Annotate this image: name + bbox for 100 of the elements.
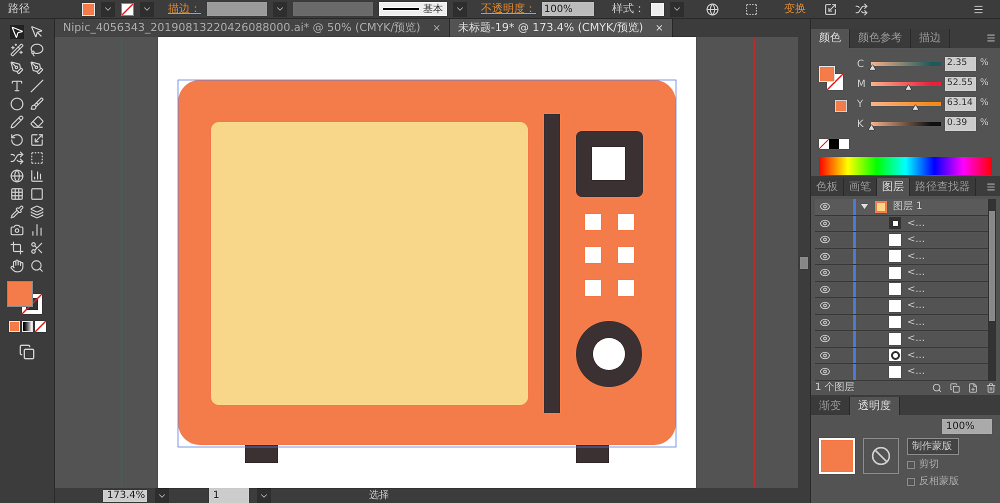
pen-tool[interactable] bbox=[10, 61, 24, 75]
close-tab-button[interactable]: × bbox=[432, 20, 441, 36]
object-name[interactable]: <... bbox=[907, 232, 925, 248]
visibility-icon[interactable] bbox=[819, 284, 831, 295]
slider-thumb[interactable] bbox=[905, 84, 912, 90]
light-preset-swatch[interactable] bbox=[839, 138, 849, 148]
object-name[interactable]: <... bbox=[907, 282, 925, 297]
type-tool[interactable] bbox=[10, 79, 24, 93]
checkbox[interactable] bbox=[907, 460, 915, 468]
object-name[interactable]: <... bbox=[907, 314, 925, 330]
layers-scrollbar[interactable] bbox=[988, 199, 996, 380]
chart-tool[interactable] bbox=[30, 169, 44, 183]
new-layer-icon[interactable] bbox=[968, 382, 978, 392]
color-spectrum[interactable] bbox=[819, 156, 992, 174]
curvature-tool[interactable] bbox=[30, 61, 44, 75]
ellipse-tool[interactable] bbox=[10, 97, 24, 111]
channel-slider[interactable] bbox=[871, 80, 941, 88]
gradient-mode-button[interactable] bbox=[22, 321, 32, 332]
dropdown-button[interactable] bbox=[453, 2, 467, 16]
panel-tab[interactable]: 图层 bbox=[877, 178, 910, 196]
visibility-icon[interactable] bbox=[819, 234, 831, 246]
brush-tool[interactable] bbox=[30, 97, 44, 111]
screen-mode-icon[interactable] bbox=[19, 344, 35, 360]
eyedropper-tool[interactable] bbox=[10, 205, 24, 219]
panel-tab[interactable]: 透明度 bbox=[850, 396, 900, 415]
rotate-tool[interactable] bbox=[10, 133, 24, 147]
menu-icon[interactable] bbox=[973, 4, 984, 14]
dropdown-button[interactable] bbox=[257, 488, 271, 503]
direct-selection-tool[interactable] bbox=[30, 25, 44, 39]
channel-slider[interactable] bbox=[871, 120, 941, 128]
channel-slider[interactable] bbox=[871, 100, 941, 108]
variable-width-field[interactable] bbox=[293, 2, 373, 16]
slider-thumb[interactable] bbox=[868, 124, 875, 130]
document-tab[interactable]: Nipic_4056343_20190813220426088000.ai* @ 50% (CMYK/预览) × bbox=[55, 19, 450, 37]
dropdown-button[interactable] bbox=[140, 2, 154, 16]
opacity-field[interactable]: 100% bbox=[942, 419, 992, 434]
make-mask-button[interactable]: 制作蒙版 bbox=[907, 438, 959, 455]
align-icon[interactable] bbox=[745, 2, 758, 16]
zoom-tool[interactable] bbox=[30, 259, 44, 273]
stroke-weight-field[interactable] bbox=[207, 2, 267, 16]
visibility-icon[interactable] bbox=[819, 350, 831, 361]
visibility-icon[interactable] bbox=[819, 300, 831, 312]
channel-value-field[interactable]: 0.39 bbox=[945, 117, 976, 131]
layer-name[interactable]: 图层 1 bbox=[893, 199, 923, 214]
visibility-icon[interactable] bbox=[819, 218, 831, 229]
expand-toggle[interactable] bbox=[861, 203, 868, 210]
dark-preset-swatch[interactable] bbox=[829, 138, 839, 148]
color-mode-button[interactable] bbox=[8, 321, 20, 332]
object-name[interactable]: <... bbox=[907, 364, 925, 380]
dropdown-button[interactable] bbox=[155, 488, 169, 503]
zoom-field[interactable]: 173.4% bbox=[103, 490, 147, 502]
brush-field[interactable]: 基本 bbox=[379, 2, 447, 16]
none-mode-button[interactable] bbox=[34, 321, 46, 332]
slider-thumb[interactable] bbox=[912, 104, 920, 110]
dropdown-button[interactable] bbox=[670, 2, 684, 16]
close-tab-button[interactable]: × bbox=[655, 20, 664, 36]
channel-value-field[interactable]: 63.14 bbox=[945, 97, 976, 111]
object-name[interactable]: <... bbox=[907, 216, 925, 231]
fill-swatch[interactable] bbox=[82, 2, 95, 16]
visibility-icon[interactable] bbox=[819, 333, 831, 344]
free-transform-tool[interactable] bbox=[30, 151, 44, 165]
slider-thumb[interactable] bbox=[869, 64, 876, 70]
panel-tab[interactable]: 颜色 bbox=[811, 29, 850, 48]
artboard-field[interactable]: 1 bbox=[209, 488, 249, 503]
lasso-tool[interactable] bbox=[30, 43, 44, 57]
transform-link[interactable]: 变换 bbox=[784, 0, 806, 18]
search-icon[interactable] bbox=[932, 382, 942, 392]
no-stroke-icon[interactable] bbox=[121, 2, 134, 16]
none-swatch[interactable] bbox=[819, 138, 829, 148]
object-name[interactable]: <... bbox=[907, 298, 925, 314]
scale-tool[interactable] bbox=[30, 133, 44, 147]
object-name[interactable]: <... bbox=[907, 348, 925, 363]
object-name[interactable]: <... bbox=[907, 331, 925, 346]
visibility-icon[interactable] bbox=[819, 316, 831, 328]
document-tab[interactable]: 未标题-19* @ 173.4% (CMYK/预览) × bbox=[450, 19, 673, 37]
object-name[interactable]: <... bbox=[907, 248, 925, 264]
checkbox[interactable] bbox=[907, 478, 915, 486]
line-tool[interactable] bbox=[30, 79, 44, 93]
dropdown-button[interactable] bbox=[273, 2, 287, 16]
object-name[interactable]: <... bbox=[907, 265, 925, 280]
clipping-mask-icon[interactable] bbox=[950, 382, 960, 392]
pencil-tool[interactable] bbox=[10, 115, 24, 129]
transform-icon[interactable] bbox=[824, 2, 837, 16]
gradient-tool[interactable] bbox=[30, 187, 44, 201]
channel-value-field[interactable]: 2.35 bbox=[945, 57, 976, 71]
artboard-tool[interactable] bbox=[10, 241, 24, 255]
hand-tool[interactable] bbox=[10, 259, 24, 273]
selection-tool[interactable] bbox=[10, 25, 24, 39]
style-swatch[interactable] bbox=[651, 2, 664, 16]
visibility-icon[interactable] bbox=[819, 250, 831, 262]
opacity-field[interactable]: 100% bbox=[542, 2, 594, 16]
dropdown-button[interactable] bbox=[101, 2, 115, 16]
mesh-tool[interactable] bbox=[10, 187, 24, 201]
panel-menu-icon[interactable] bbox=[986, 182, 996, 192]
visibility-icon[interactable] bbox=[819, 366, 831, 378]
panel-menu-icon[interactable] bbox=[986, 33, 996, 43]
channel-value-field[interactable]: 52.55 bbox=[945, 77, 976, 91]
magic-wand-tool[interactable] bbox=[10, 43, 24, 57]
visibility-icon[interactable] bbox=[819, 201, 831, 212]
slice-tool[interactable] bbox=[30, 241, 44, 255]
